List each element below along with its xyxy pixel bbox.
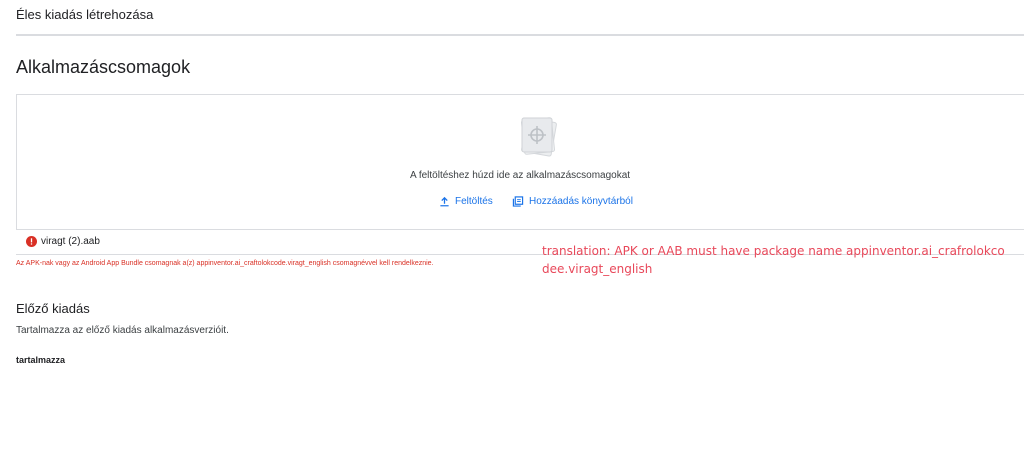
library-icon (512, 196, 524, 207)
previous-release-description: Tartalmazza az előző kiadás alkalmazásve… (16, 325, 229, 336)
add-from-library-button[interactable]: Hozzáadás könyvtárból (512, 196, 633, 207)
page-title: Éles kiadás létrehozása (16, 7, 154, 22)
app-bundle-drop-zone[interactable]: A feltöltéshez húzd ide az alkalmazáscso… (16, 94, 1024, 230)
app-bundle-stack-icon (521, 117, 557, 157)
upload-button[interactable]: Feltöltés (439, 196, 493, 207)
previous-release-heading: Előző kiadás (16, 301, 90, 316)
error-icon (26, 236, 37, 247)
package-name-error: Az APK-nak vagy az Android App Bundle cs… (16, 260, 434, 267)
app-bundles-heading: Alkalmazáscsomagok (16, 57, 191, 77)
file-name: viragt (2).aab (41, 236, 100, 247)
add-from-library-label: Hozzáadás könyvtárból (529, 196, 633, 207)
drop-instructions: A feltöltéshez húzd ide az alkalmazáscso… (409, 170, 631, 181)
page-header: Éles kiadás létrehozása (16, 0, 1024, 36)
upload-icon (440, 196, 449, 207)
translation-annotation: translation: APK or AAB must have packag… (542, 244, 1005, 276)
upload-label: Feltöltés (455, 196, 493, 207)
previous-release-contains-label: tartalmazza (16, 355, 66, 365)
